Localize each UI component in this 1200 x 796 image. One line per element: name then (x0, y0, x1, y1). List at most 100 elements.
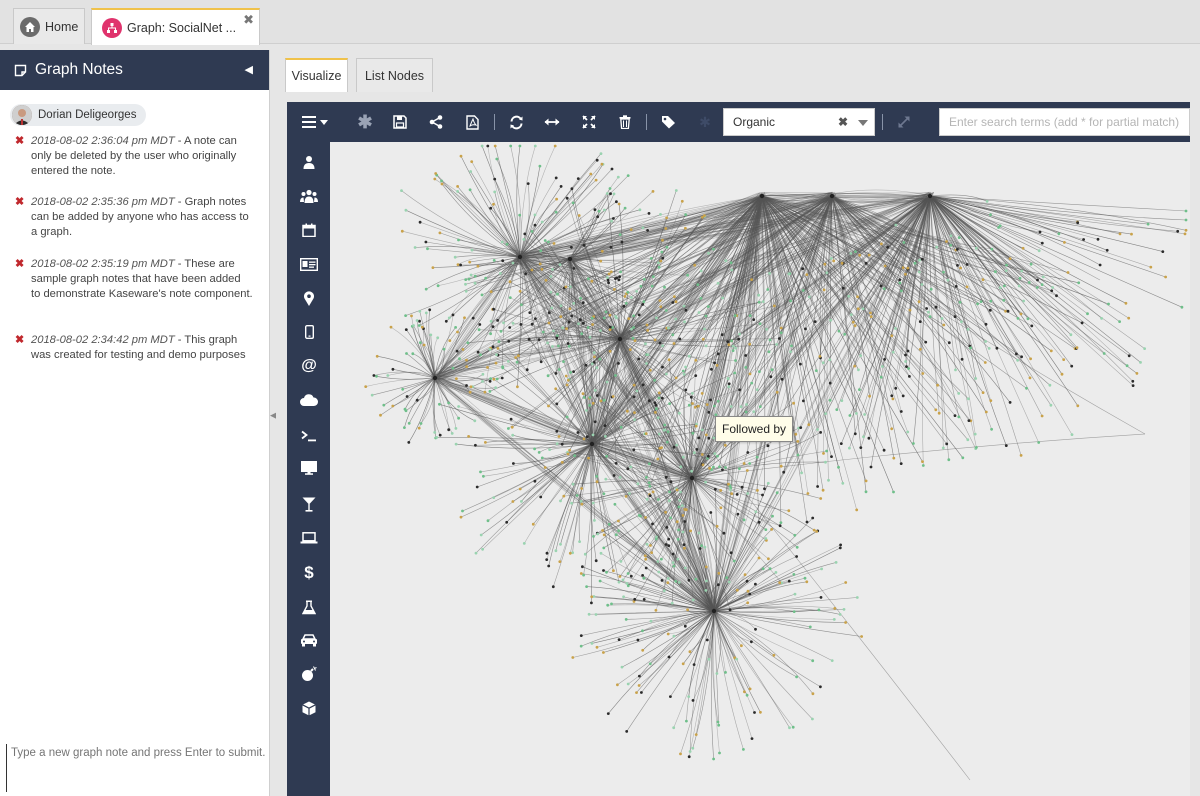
graph-node[interactable] (612, 217, 615, 220)
graph-node[interactable] (859, 446, 863, 449)
graph-node[interactable] (473, 419, 477, 423)
graph-node[interactable] (651, 522, 654, 526)
graph-node[interactable] (799, 426, 803, 429)
graph-node[interactable] (960, 320, 963, 324)
graph-node[interactable] (581, 301, 585, 305)
graph-node[interactable] (589, 172, 593, 176)
graph-node[interactable] (582, 437, 586, 441)
graph-node[interactable] (467, 277, 471, 281)
graph-node[interactable] (990, 427, 993, 431)
graph-node[interactable] (586, 326, 590, 329)
graph-node[interactable] (812, 528, 816, 532)
graph-node[interactable] (471, 316, 475, 320)
graph-node[interactable] (811, 717, 814, 721)
graph-node[interactable] (1180, 305, 1184, 309)
graph-node[interactable] (565, 415, 569, 419)
graph-node[interactable] (767, 350, 771, 354)
graph-node[interactable] (805, 580, 809, 584)
calendar-icon[interactable] (299, 220, 319, 240)
graph-node[interactable] (748, 592, 752, 596)
graph-node[interactable] (722, 531, 726, 535)
graph-node[interactable] (580, 487, 583, 490)
graph-node[interactable] (588, 404, 591, 407)
graph-node[interactable] (664, 510, 667, 514)
collapse-panel-icon[interactable]: ◀ (245, 63, 253, 76)
graph-node[interactable] (912, 442, 915, 445)
graph-node[interactable] (665, 245, 669, 249)
graph-node[interactable] (738, 332, 741, 336)
graph-node[interactable] (906, 349, 910, 353)
graph-node[interactable] (602, 651, 605, 654)
graph-node[interactable] (511, 261, 515, 265)
graph-node[interactable] (407, 441, 411, 444)
graph-node[interactable] (591, 501, 595, 505)
graph-hub-node[interactable] (829, 193, 835, 199)
graph-node[interactable] (533, 213, 537, 217)
graph-node[interactable] (881, 365, 884, 368)
graph-node[interactable] (481, 372, 485, 376)
graph-node[interactable] (829, 257, 833, 260)
graph-node[interactable] (638, 674, 641, 678)
graph-node[interactable] (483, 390, 487, 394)
graph-node[interactable] (989, 213, 992, 217)
graph-node[interactable] (864, 490, 868, 494)
graph-node[interactable] (459, 154, 463, 158)
tab-graph[interactable]: Graph: SocialNet ... ✖ (91, 8, 260, 45)
graph-node[interactable] (407, 421, 411, 425)
graph-node[interactable] (417, 324, 421, 327)
graph-node[interactable] (585, 435, 589, 439)
graph-node[interactable] (455, 377, 458, 380)
graph-node[interactable] (1016, 317, 1020, 320)
graph-node[interactable] (795, 675, 798, 679)
cocktail-icon[interactable] (299, 494, 319, 514)
graph-node[interactable] (755, 388, 759, 391)
graph-node[interactable] (554, 549, 558, 553)
graph-node[interactable] (559, 499, 562, 503)
graph-node[interactable] (502, 321, 505, 325)
graph-node[interactable] (681, 662, 685, 666)
graph-node[interactable] (640, 691, 643, 694)
graph-node[interactable] (661, 256, 665, 260)
graph-hub-node[interactable] (689, 475, 695, 481)
graph-node[interactable] (560, 442, 564, 446)
graph-node[interactable] (695, 448, 699, 451)
graph-node[interactable] (492, 377, 496, 381)
graph-node[interactable] (572, 302, 576, 305)
graph-node[interactable] (844, 621, 847, 624)
graph-node[interactable] (579, 296, 582, 300)
graph-node[interactable] (476, 350, 480, 354)
graph-node[interactable] (457, 416, 460, 420)
graph-node[interactable] (548, 448, 551, 451)
graph-node[interactable] (591, 433, 595, 437)
graph-node[interactable] (721, 296, 725, 300)
graph-node[interactable] (582, 396, 586, 399)
graph-node[interactable] (712, 465, 715, 469)
graph-node[interactable] (716, 399, 720, 403)
graph-node[interactable] (511, 321, 515, 325)
graph-node[interactable] (925, 307, 928, 310)
graph-node[interactable] (632, 314, 635, 318)
graph-node[interactable] (554, 387, 558, 391)
graph-node[interactable] (1070, 364, 1074, 368)
graph-node[interactable] (632, 326, 635, 329)
graph-node[interactable] (687, 695, 691, 698)
graph-node[interactable] (626, 290, 630, 294)
graph-node[interactable] (966, 327, 970, 331)
graph-node[interactable] (768, 272, 771, 275)
graph-node[interactable] (672, 634, 676, 638)
graph-node[interactable] (568, 307, 572, 311)
graph-node[interactable] (696, 283, 700, 286)
graph-node[interactable] (664, 475, 668, 479)
graph-node[interactable] (941, 446, 945, 450)
graph-node[interactable] (641, 574, 644, 577)
graph-node[interactable] (949, 234, 953, 238)
graph-node[interactable] (727, 343, 731, 347)
tab-visualize[interactable]: Visualize (285, 58, 348, 92)
graph-node[interactable] (604, 477, 608, 481)
graph-node[interactable] (1124, 301, 1128, 305)
graph-node[interactable] (737, 337, 740, 341)
graph-node[interactable] (527, 338, 531, 341)
graph-node[interactable] (793, 592, 797, 596)
graph-node[interactable] (867, 253, 871, 257)
graph-node[interactable] (742, 518, 746, 522)
